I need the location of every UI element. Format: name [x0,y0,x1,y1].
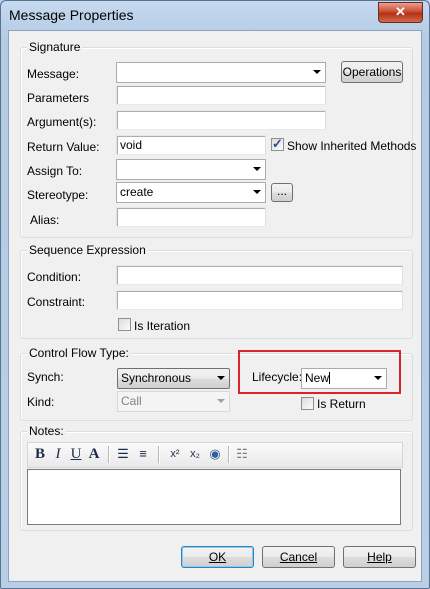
dialog-client: Signature Message: Operations Parameters… [8,30,422,582]
message-properties-window: Message Properties ✕ Signature Message: … [0,0,430,589]
cancel-button-label: Cancel [279,550,318,564]
synch-label: Synch: [27,370,64,384]
return-value-label: Return Value: [27,140,100,154]
subscript-icon[interactable]: x₂ [186,445,204,463]
sequence-expression-label: Sequence Expression [27,243,148,257]
return-value-field[interactable]: void [116,135,266,155]
superscript-icon[interactable]: x² [166,445,184,463]
show-inherited-checkbox[interactable] [271,136,284,152]
help-button[interactable]: Help [343,546,416,568]
chevron-down-icon [313,70,321,74]
notes-textarea[interactable] [27,469,401,525]
ok-button[interactable]: OK [181,546,254,568]
chevron-down-icon [253,190,261,194]
chevron-down-icon [253,167,261,171]
chevron-down-icon [217,376,225,380]
stereotype-label: Stereotype: [27,188,89,202]
alias-label: Alias: [30,213,60,227]
is-return-checkbox[interactable] [301,397,314,410]
arguments-label: Argument(s): [27,115,97,129]
toolbar-separator [228,446,230,463]
message-label: Message: [27,67,80,81]
toolbar-separator [108,446,110,463]
is-return-label: Is Return [317,397,366,411]
operations-button[interactable]: Operations [341,61,403,83]
signature-group-label: Signature [27,40,83,54]
synch-combo[interactable]: Synchronous [117,368,230,389]
underline-icon[interactable]: U [67,445,85,463]
toolbar-separator [158,446,160,463]
kind-label: Kind: [27,395,55,409]
arguments-field[interactable] [116,110,326,130]
numbered-list-icon[interactable]: ≡ [134,445,152,463]
kind-combo: Call [117,391,230,412]
condition-field[interactable] [116,265,403,285]
alias-field[interactable] [116,207,266,227]
constraint-field[interactable] [116,290,403,310]
assign-to-combo[interactable] [116,159,266,180]
is-iteration-label: Is Iteration [134,319,191,333]
hyperlink-icon[interactable]: ◉ [206,445,224,463]
font-color-icon[interactable]: A [85,445,103,463]
close-icon: ✕ [395,4,406,19]
stereotype-browse-button[interactable]: ... [271,183,293,202]
parameters-label: Parameters [27,91,90,105]
message-combo[interactable] [116,62,326,83]
close-button[interactable]: ✕ [378,2,423,23]
stereotype-combo[interactable]: create [116,182,266,203]
kind-value: Call [121,394,142,408]
lifecycle-highlight-box [238,350,401,394]
control-flow-label: Control Flow Type: [27,346,131,360]
ok-button-label: OK [208,550,227,564]
document-icon[interactable]: ☷ [233,445,251,463]
assign-to-label: Assign To: [27,164,83,178]
condition-label: Condition: [27,270,82,284]
cancel-button[interactable]: Cancel [262,546,335,568]
help-button-label: Help [367,550,392,564]
notes-label: Notes: [27,424,66,438]
synch-value: Synchronous [121,371,192,385]
parameters-field[interactable] [116,85,326,105]
show-inherited-label: Show Inherited Methods [287,139,417,153]
window-title: Message Properties [9,7,134,23]
notes-toolbar: B I U A ☰ ≡ x² x₂ ◉ ☷ [27,442,403,468]
constraint-label: Constraint: [27,295,86,309]
title-bar[interactable]: Message Properties ✕ [1,1,429,29]
chevron-down-icon [217,399,225,403]
is-iteration-checkbox[interactable] [118,318,131,331]
stereotype-value: create [120,185,154,199]
bullet-list-icon[interactable]: ☰ [114,445,132,463]
italic-icon[interactable]: I [49,445,67,463]
bold-icon[interactable]: B [31,445,49,463]
